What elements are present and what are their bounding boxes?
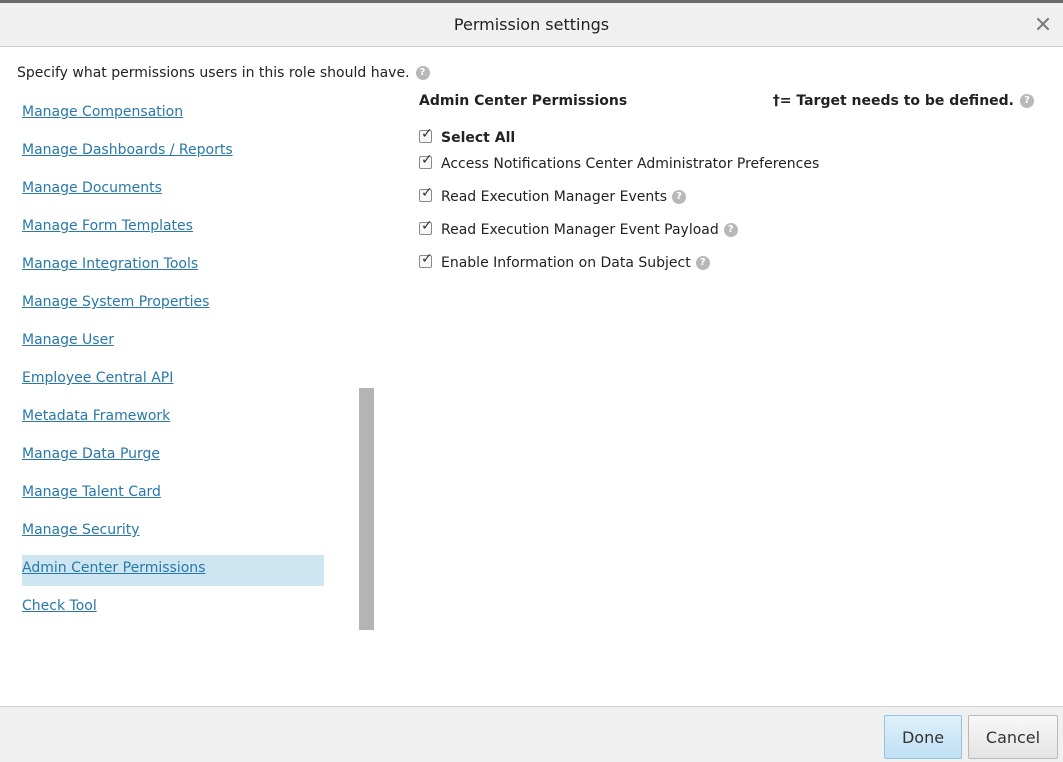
sidebar-item[interactable]: Manage System Properties [22,289,324,320]
target-note-label: †= Target needs to be defined. [772,93,1014,109]
target-note: †= Target needs to be defined.? [773,93,1034,109]
panel-title: Admin Center Permissions [419,93,628,109]
permission-label: Enable Information on Data Subject [441,255,691,271]
sidebar-item[interactable]: Admin Center Permissions [22,555,324,586]
done-button[interactable]: Done [884,715,962,759]
permission-checkbox[interactable] [419,185,433,202]
sidebar-item-link[interactable]: Admin Center Permissions [22,560,205,576]
sidebar-item[interactable]: Manage Talent Card [22,479,324,510]
sidebar-item-link[interactable]: Manage Compensation [22,104,183,120]
sidebar-item[interactable]: Manage Form Templates [22,213,324,244]
permission-label: Read Execution Manager Event Payload [441,222,719,238]
sidebar-item-link[interactable]: Manage System Properties [22,294,209,310]
sidebar-item-link[interactable]: Manage Talent Card [22,484,161,500]
sidebar-item-link[interactable]: Manage Security [22,522,140,538]
sidebar-item-link[interactable]: Manage Documents [22,180,162,196]
cancel-button[interactable]: Cancel [968,715,1058,759]
sidebar-item-link[interactable]: Manage Form Templates [22,218,193,234]
sidebar-item-link[interactable]: Metadata Framework [22,408,170,424]
permission-row: Enable Information on Data Subject? [419,251,710,271]
sidebar-item[interactable]: Check Tool [22,593,324,624]
permission-row: Read Execution Manager Event Payload? [419,218,738,238]
permission-settings-dialog: Permission settings Specify what permiss… [0,0,1063,762]
help-icon[interactable]: ? [723,223,738,237]
sidebar-item[interactable]: Manage User [22,327,324,358]
sidebar-item[interactable]: Metadata Framework [22,403,324,434]
permission-label: Access Notifications Center Administrato… [441,156,820,172]
intro-label: Specify what permissions users in this r… [17,65,410,81]
select-all-row: Select All [419,126,516,146]
dialog-titlebar: Permission settings [0,3,1063,47]
sidebar-item[interactable]: Manage Dashboards / Reports [22,137,324,168]
sidebar-item-link[interactable]: Employee Central API [22,370,173,386]
help-icon[interactable]: ? [415,66,430,80]
sidebar-item[interactable]: Manage Documents [22,175,324,206]
sidebar-item-link[interactable]: Manage Integration Tools [22,256,198,272]
intro-text: Specify what permissions users in this r… [17,65,430,81]
sidebar-item[interactable]: Manage Compensation [22,99,324,130]
permission-label: Read Execution Manager Events [441,189,667,205]
help-icon[interactable]: ? [672,190,686,204]
help-icon[interactable]: ? [1020,94,1034,108]
permission-checkbox[interactable] [419,218,433,235]
sidebar-item-link[interactable]: Check Tool [22,598,97,614]
sidebar-item[interactable]: Manage Integration Tools [22,251,324,282]
dialog-title: Permission settings [453,15,610,34]
sidebar-item[interactable]: Manage Security [22,517,324,548]
permission-checkbox[interactable] [419,152,433,169]
close-icon[interactable] [1035,16,1051,32]
sidebar-item-link[interactable]: Manage Dashboards / Reports [22,142,233,158]
sidebar-item[interactable]: Employee Central API [22,365,324,396]
sidebar-scrollbar-thumb[interactable] [359,388,374,630]
permission-row: Access Notifications Center Administrato… [419,152,820,172]
sidebar-item-link[interactable]: Manage Data Purge [22,446,160,462]
sidebar-item[interactable]: Manage Data Purge [22,441,324,472]
permission-checkbox[interactable] [419,251,433,268]
dialog-footer: Done Cancel [0,706,1063,762]
help-icon[interactable]: ? [695,256,710,270]
select-all-checkbox[interactable] [419,126,433,143]
sidebar-item-link[interactable]: Manage User [22,332,114,348]
permission-row: Read Execution Manager Events? [419,185,686,205]
permission-label: Select All [441,130,516,146]
